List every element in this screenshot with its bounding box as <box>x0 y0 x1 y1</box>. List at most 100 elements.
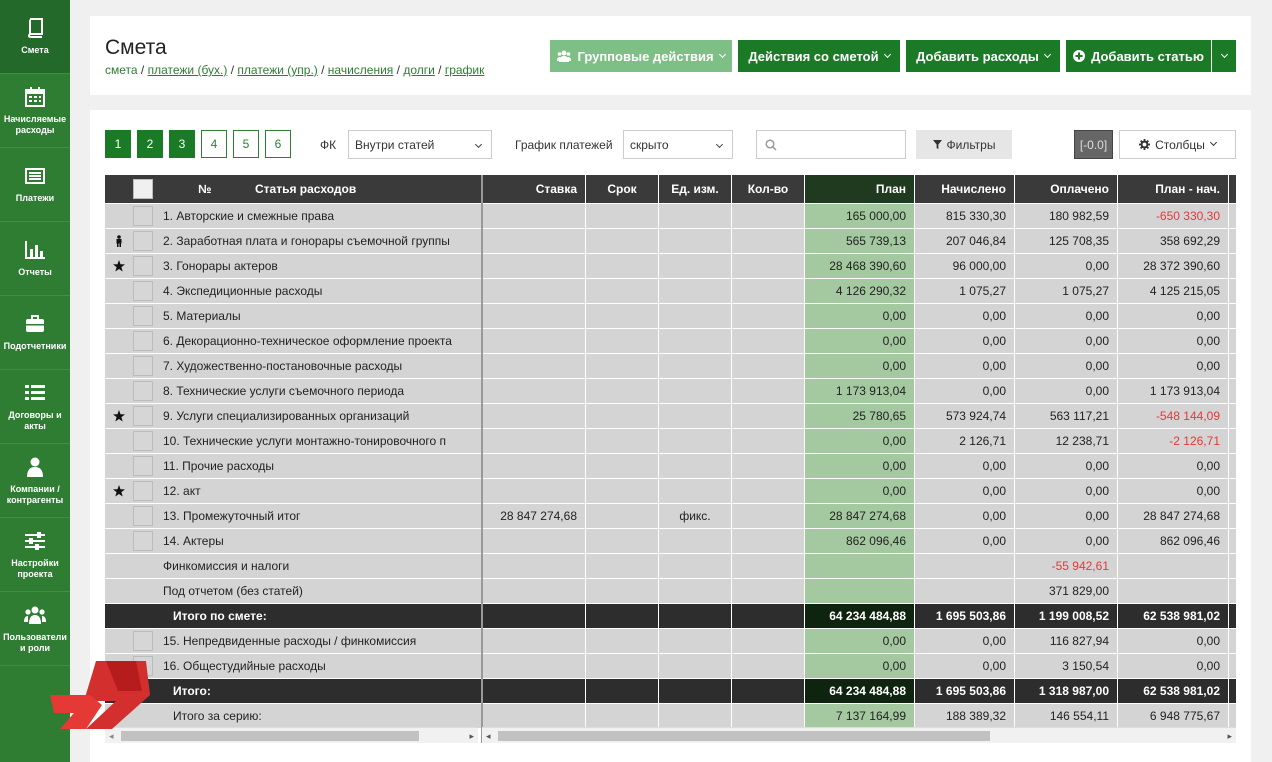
scroll-right-arrow-icon[interactable]: ▸ <box>1227 731 1232 742</box>
sidebar-item-1[interactable]: Смета <box>0 0 70 74</box>
row-checkbox[interactable] <box>133 256 153 276</box>
row-checkbox[interactable] <box>133 456 153 476</box>
sidebar-item-3[interactable]: Платежи <box>0 148 70 222</box>
scroll-left-arrow-icon[interactable]: ◂ <box>486 731 491 742</box>
article-name[interactable]: 4. Экспедиционные расходы <box>155 279 481 303</box>
right-scrollbar[interactable]: ◂ ▸ <box>482 727 1236 743</box>
page-button-5[interactable]: 5 <box>233 130 259 158</box>
sidebar-item-5[interactable]: Подотчетники <box>0 296 70 370</box>
add-expenses-button[interactable]: Добавить расходы <box>906 40 1060 72</box>
row-checkbox[interactable] <box>133 281 153 301</box>
scrollbar-thumb[interactable] <box>498 731 990 741</box>
page-button-2[interactable]: 2 <box>137 130 163 158</box>
row-checkbox[interactable] <box>133 381 153 401</box>
article-name[interactable]: Финкомиссия и налоги <box>155 554 481 578</box>
row-checkbox[interactable] <box>133 356 153 376</box>
cell-plan: 165 000,00 <box>805 204 914 228</box>
row-checkbox[interactable] <box>133 306 153 326</box>
breadcrumb-link[interactable]: начисления <box>328 63 394 77</box>
column-header-paid[interactable]: Оплачено <box>1015 175 1117 203</box>
filters-label: Фильтры <box>946 137 996 152</box>
scrollbar-thumb[interactable] <box>121 731 419 741</box>
fk-select[interactable]: Внутри статей <box>348 130 492 159</box>
article-name[interactable]: 15. Непредвиденные расходы / финкомиссия <box>155 629 481 653</box>
cell-rate <box>483 329 585 353</box>
schedule-select[interactable]: скрыто <box>623 130 733 159</box>
article-name[interactable]: 1. Авторские и смежные права <box>155 204 481 228</box>
sidebar-item-4[interactable]: Отчеты <box>0 222 70 296</box>
row-marker <box>105 329 133 353</box>
cell-accrued <box>915 554 1014 578</box>
article-name[interactable]: 6. Декорационно-техническое оформление п… <box>155 329 481 353</box>
breadcrumb-link[interactable]: платежи (упр.) <box>237 63 317 77</box>
cell-plan: 0,00 <box>805 354 914 378</box>
cell-rate: 28 847 274,68 <box>483 504 585 528</box>
sidebar-item-label: Компании / контрагенты <box>6 483 64 505</box>
row-checkbox[interactable] <box>133 631 153 651</box>
left-scrollbar[interactable]: ◂ ▸ <box>105 727 478 743</box>
article-name[interactable]: 16. Общестудийные расходы <box>155 654 481 678</box>
breadcrumb-link[interactable]: смета <box>105 63 138 77</box>
row-checkbox[interactable] <box>133 206 153 226</box>
cell-rate <box>483 454 585 478</box>
page-button-4[interactable]: 4 <box>201 130 227 158</box>
article-name[interactable]: 12. акт <box>155 479 481 503</box>
row-checkbox[interactable] <box>133 406 153 426</box>
cell-accrued: 0,00 <box>915 354 1014 378</box>
cell-plan: 0,00 <box>805 304 914 328</box>
breadcrumb-link[interactable]: график <box>445 63 485 77</box>
column-header-plan[interactable]: План <box>805 175 914 203</box>
add-article-button[interactable]: Добавить статью <box>1066 40 1211 72</box>
article-name[interactable]: 13. Промежуточный итог <box>155 504 481 528</box>
article-name[interactable]: Под отчетом (без статей) <box>155 579 481 603</box>
column-header-plan-minus-acc[interactable]: План - нач. <box>1118 175 1228 203</box>
article-name[interactable]: 11. Прочие расходы <box>155 454 481 478</box>
cell-qty <box>732 204 804 228</box>
cell-diff: 0,00 <box>1118 354 1228 378</box>
row-checkbox[interactable] <box>133 531 153 551</box>
page-button-6[interactable]: 6 <box>265 130 291 158</box>
article-name[interactable]: 3. Гонорары актеров <box>155 254 481 278</box>
cell-paid: 0,00 <box>1015 479 1117 503</box>
article-name[interactable]: 7. Художественно-постановочные расходы <box>155 354 481 378</box>
article-name[interactable]: 9. Услуги специализированных организаций <box>155 404 481 428</box>
sidebar-item-2[interactable]: Начисляемые расходы <box>0 74 70 148</box>
estimate-actions-button[interactable]: Действия со сметой <box>738 40 900 72</box>
filters-button[interactable]: Фильтры <box>916 130 1012 159</box>
cell-term <box>586 629 658 653</box>
cell-term <box>586 229 658 253</box>
select-all-checkbox[interactable] <box>133 179 153 199</box>
column-header-qty[interactable]: Кол-во <box>732 175 804 203</box>
row-checkbox[interactable] <box>133 481 153 501</box>
column-header-term[interactable]: Срок <box>586 175 658 203</box>
search-input[interactable] <box>783 134 901 155</box>
column-header-rate[interactable]: Ставка <box>483 175 585 203</box>
page-button-3[interactable]: 3 <box>169 130 195 158</box>
breadcrumb-link[interactable]: платежи (бух.) <box>148 63 228 77</box>
breadcrumb-link[interactable]: долги <box>403 63 435 77</box>
column-header-accrued[interactable]: Начислено <box>915 175 1014 203</box>
article-name[interactable]: 14. Актеры <box>155 529 481 553</box>
sidebar-item-6[interactable]: Договоры и акты <box>0 370 70 444</box>
column-header-article[interactable]: Статья расходов <box>255 182 356 196</box>
row-checkbox[interactable] <box>133 331 153 351</box>
cell-qty <box>732 354 804 378</box>
cell-accrued: 1 695 503,86 <box>915 679 1014 703</box>
sidebar-item-7[interactable]: Компании / контрагенты <box>0 444 70 518</box>
article-name[interactable]: 8. Технические услуги съемочного периода <box>155 379 481 403</box>
row-checkbox[interactable] <box>133 431 153 451</box>
article-name[interactable]: 2. Заработная плата и гонорары съемочной… <box>155 229 481 253</box>
column-header-unit[interactable]: Ед. изм. <box>659 175 731 203</box>
scroll-right-arrow-icon[interactable]: ▸ <box>469 731 474 742</box>
columns-button[interactable]: Столбцы <box>1119 130 1236 159</box>
page-button-1[interactable]: 1 <box>105 130 131 158</box>
cell-rate <box>483 304 585 328</box>
article-name[interactable]: 10. Технические услуги монтажно-тонирово… <box>155 429 481 453</box>
article-name[interactable]: 5. Материалы <box>155 304 481 328</box>
cell-extra <box>1229 279 1236 303</box>
row-checkbox[interactable] <box>133 506 153 526</box>
row-checkbox[interactable] <box>133 231 153 251</box>
group-actions-button[interactable]: Групповые действия <box>550 40 732 72</box>
sidebar-item-8[interactable]: Настройки проекта <box>0 518 70 592</box>
add-article-dropdown-button[interactable] <box>1212 40 1236 72</box>
